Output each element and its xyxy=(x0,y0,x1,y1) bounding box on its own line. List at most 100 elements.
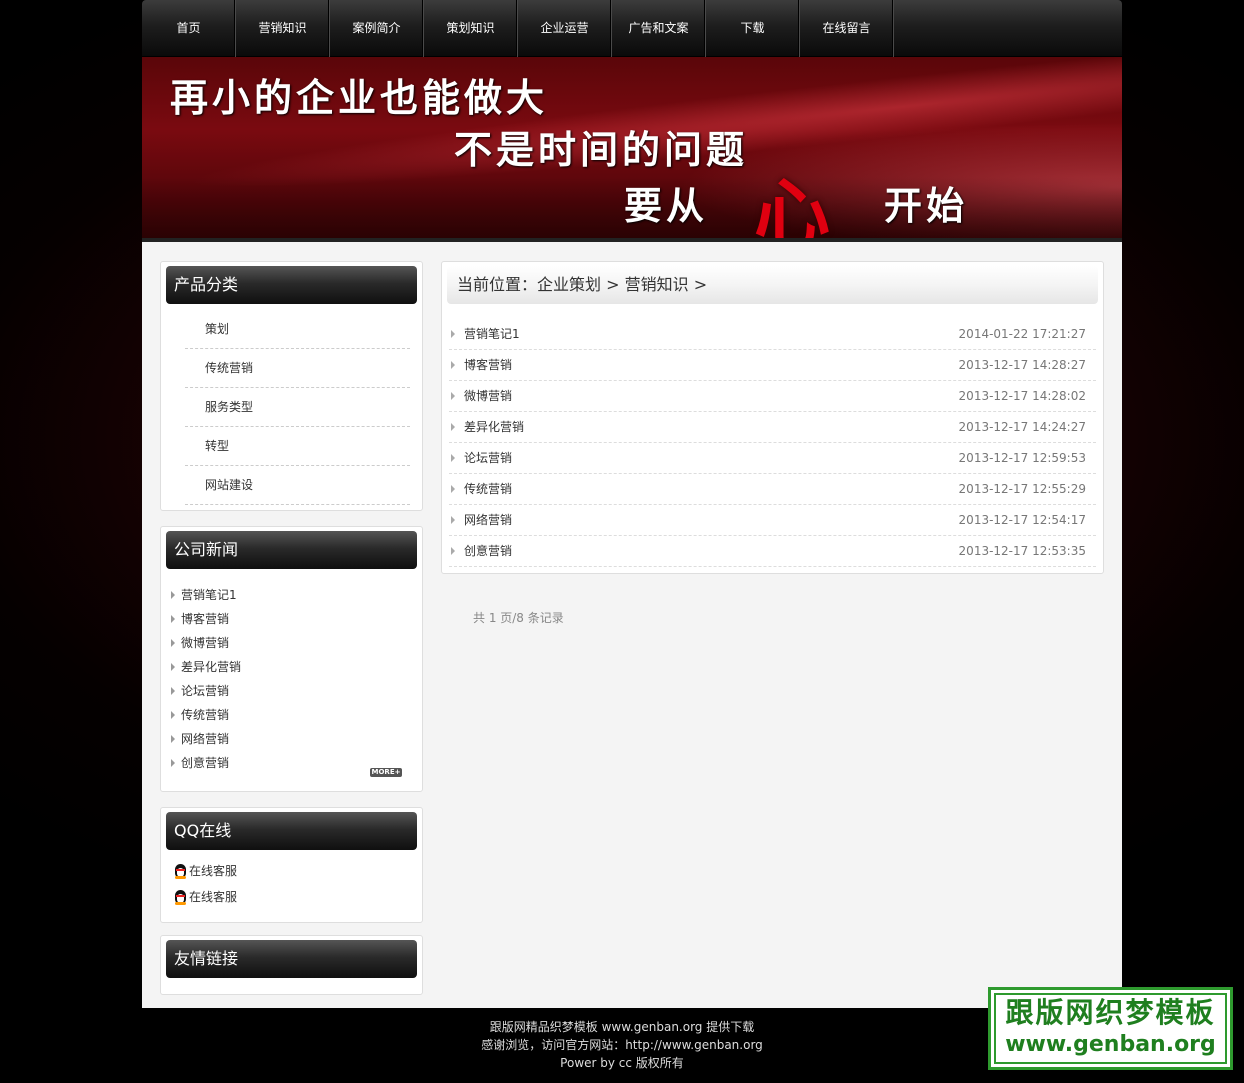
article-title-link[interactable]: 博客营销 xyxy=(464,350,512,380)
qq-box: QQ在线 在线客服 在线客服 xyxy=(160,807,423,923)
article-title-link[interactable]: 论坛营销 xyxy=(464,443,512,473)
article-row: 论坛营销 2013-12-17 12:59:53 xyxy=(449,443,1096,474)
category-item[interactable]: 策划 xyxy=(185,310,410,349)
breadcrumb-label: 当前位置： xyxy=(457,275,538,294)
qq-penguin-icon xyxy=(173,889,188,905)
qq-service-link[interactable]: 在线客服 xyxy=(161,858,422,884)
banner: 再小的企业也能做大 不是时间的问题 要从 心 开始 xyxy=(142,57,1122,238)
watermark-logo: 跟版网织梦模板 www.genban.org xyxy=(988,987,1233,1070)
pagination-info: 共 1 页/8 条记录 xyxy=(473,611,564,625)
article-title-link[interactable]: 网络营销 xyxy=(464,505,512,535)
nav-item-advertising[interactable]: 广告和文案 xyxy=(612,0,706,57)
banner-line-2: 不是时间的问题 xyxy=(454,127,749,172)
article-date: 2013-12-17 14:28:27 xyxy=(958,358,1086,372)
qq-list: 在线客服 在线客服 xyxy=(161,858,422,910)
news-item-label: 差异化营销 xyxy=(181,660,242,674)
news-item[interactable]: 论坛营销 xyxy=(171,679,422,703)
arrow-right-icon xyxy=(171,663,175,671)
watermark-url: www.genban.org xyxy=(1005,1032,1216,1057)
news-list: 营销笔记1 博客营销 微博营销 差异化营销 论坛营销 传统营销 网络营销 创意营… xyxy=(171,583,422,775)
article-list-box: 当前位置：企业策划 > 营销知识 > 营销笔记1 2014-01-22 17:21… xyxy=(441,261,1104,574)
category-item[interactable]: 网站建设 xyxy=(185,466,410,505)
article-date: 2013-12-17 12:54:17 xyxy=(958,513,1086,527)
article-row: 差异化营销 2013-12-17 14:24:27 xyxy=(449,412,1096,443)
main-nav: 首页 营销知识 案例简介 策划知识 企业运营 广告和文案 下载 在线留言 xyxy=(142,0,1122,57)
arrow-right-icon xyxy=(171,735,175,743)
arrow-right-icon xyxy=(171,615,175,623)
page-wrapper: 首页 营销知识 案例简介 策划知识 企业运营 广告和文案 下载 在线留言 再小的… xyxy=(142,0,1122,1008)
news-item-label: 创意营销 xyxy=(181,756,230,770)
article-row: 博客营销 2013-12-17 14:28:27 xyxy=(449,350,1096,381)
nav-item-marketing-knowledge[interactable]: 营销知识 xyxy=(236,0,330,57)
article-title-link[interactable]: 传统营销 xyxy=(464,474,512,504)
article-row: 传统营销 2013-12-17 12:55:29 xyxy=(449,474,1096,505)
arrow-right-icon xyxy=(451,516,455,524)
qq-service-link[interactable]: 在线客服 xyxy=(161,884,422,910)
nav-item-home[interactable]: 首页 xyxy=(142,0,236,57)
nav-item-planning-knowledge[interactable]: 策划知识 xyxy=(424,0,518,57)
watermark-inner: 跟版网织梦模板 www.genban.org xyxy=(994,993,1227,1064)
article-date: 2014-01-22 17:21:27 xyxy=(958,327,1086,341)
article-title-link[interactable]: 差异化营销 xyxy=(464,412,524,442)
news-item[interactable]: 差异化营销 xyxy=(171,655,422,679)
breadcrumb-link-marketing[interactable]: 营销知识 xyxy=(625,275,689,294)
breadcrumb-link-planning[interactable]: 企业策划 xyxy=(537,275,601,294)
category-box: 产品分类 策划 传统营销 服务类型 转型 网站建设 xyxy=(160,261,423,511)
article-list: 营销笔记1 2014-01-22 17:21:27 博客营销 2013-12-17 … xyxy=(449,319,1096,567)
arrow-right-icon xyxy=(451,423,455,431)
article-row: 网络营销 2013-12-17 12:54:17 xyxy=(449,505,1096,536)
article-row: 营销笔记1 2014-01-22 17:21:27 xyxy=(449,319,1096,350)
arrow-right-icon xyxy=(451,330,455,338)
watermark-title: 跟版网织梦模板 xyxy=(1005,996,1216,1029)
more-button[interactable]: MORE+ xyxy=(370,768,402,777)
breadcrumb-separator: > xyxy=(601,275,625,294)
category-item[interactable]: 服务类型 xyxy=(185,388,410,427)
article-row: 创意营销 2013-12-17 12:53:35 xyxy=(449,536,1096,567)
category-item[interactable]: 传统营销 xyxy=(185,349,410,388)
news-item-label: 博客营销 xyxy=(181,612,230,626)
article-row: 微博营销 2013-12-17 14:28:02 xyxy=(449,381,1096,412)
main-area: 产品分类 策划 传统营销 服务类型 转型 网站建设 公司新闻 营销笔记1 博客营… xyxy=(142,238,1122,1008)
article-date: 2013-12-17 14:24:27 xyxy=(958,420,1086,434)
arrow-right-icon xyxy=(171,591,175,599)
news-item[interactable]: 网络营销 xyxy=(171,727,422,751)
nav-item-guestbook[interactable]: 在线留言 xyxy=(800,0,894,57)
article-date: 2013-12-17 12:59:53 xyxy=(958,451,1086,465)
article-title-link[interactable]: 营销笔记1 xyxy=(464,319,520,349)
news-item[interactable]: 博客营销 xyxy=(171,607,422,631)
article-date: 2013-12-17 14:28:02 xyxy=(958,389,1086,403)
banner-line-1: 再小的企业也能做大 xyxy=(170,75,549,120)
qq-penguin-icon xyxy=(173,863,188,879)
nav-item-download[interactable]: 下载 xyxy=(706,0,800,57)
article-title-link[interactable]: 微博营销 xyxy=(464,381,512,411)
news-item-label: 论坛营销 xyxy=(181,684,230,698)
banner-line-3-right: 开始 xyxy=(884,183,969,228)
banner-heart-char: 心 xyxy=(754,170,830,238)
news-item[interactable]: 营销笔记1 xyxy=(171,583,422,607)
friend-links-box: 友情链接 xyxy=(160,935,423,995)
qq-service-label: 在线客服 xyxy=(189,890,238,904)
category-item[interactable]: 转型 xyxy=(185,427,410,466)
arrow-right-icon xyxy=(171,711,175,719)
news-item-label: 传统营销 xyxy=(181,708,230,722)
nav-item-cases[interactable]: 案例简介 xyxy=(330,0,424,57)
nav-item-operations[interactable]: 企业运营 xyxy=(518,0,612,57)
category-list: 策划 传统营销 服务类型 转型 网站建设 xyxy=(185,310,410,505)
article-title-link[interactable]: 创意营销 xyxy=(464,536,512,566)
news-item-label: 微博营销 xyxy=(181,636,230,650)
arrow-right-icon xyxy=(451,485,455,493)
arrow-right-icon xyxy=(451,392,455,400)
arrow-right-icon xyxy=(171,639,175,647)
news-item[interactable]: 微博营销 xyxy=(171,631,422,655)
news-item-label: 网络营销 xyxy=(181,732,230,746)
category-title: 产品分类 xyxy=(166,266,417,304)
arrow-right-icon xyxy=(451,361,455,369)
news-item[interactable]: 传统营销 xyxy=(171,703,422,727)
breadcrumb: 当前位置：企业策划 > 营销知识 > xyxy=(447,266,1098,304)
news-item-label: 营销笔记1 xyxy=(181,588,237,602)
banner-line-3-left: 要从 xyxy=(624,183,709,228)
arrow-right-icon xyxy=(171,687,175,695)
qq-title: QQ在线 xyxy=(166,812,417,850)
news-box: 公司新闻 营销笔记1 博客营销 微博营销 差异化营销 论坛营销 传统营销 网络营… xyxy=(160,526,423,792)
arrow-right-icon xyxy=(451,547,455,555)
